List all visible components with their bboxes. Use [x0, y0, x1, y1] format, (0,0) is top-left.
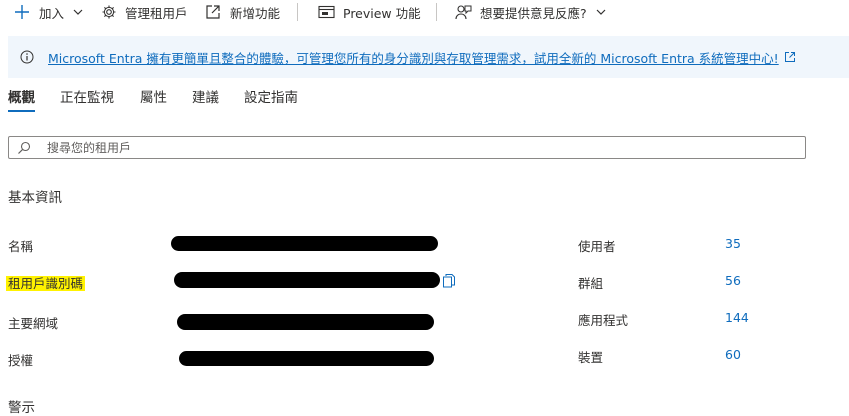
external-link-icon	[206, 5, 220, 19]
tenant-search-box[interactable]	[8, 136, 806, 159]
alerts-heading: 警示	[8, 400, 35, 416]
property-label-name: 名稱	[8, 239, 34, 254]
search-input[interactable]	[47, 140, 747, 155]
new-feature-button[interactable]: 新增功能	[205, 0, 280, 24]
manage-tenants-button[interactable]: 管理租用戶	[101, 0, 188, 24]
search-icon	[18, 141, 31, 154]
tab-recommendations[interactable]: 建議	[192, 86, 219, 106]
devices-label: 裝置	[578, 350, 604, 365]
preview-icon	[318, 5, 335, 19]
property-label-tenant-id: 租用戶識別碼	[6, 273, 86, 292]
property-label-primary-domain: 主要網域	[8, 316, 59, 331]
plus-icon	[15, 5, 29, 19]
command-bar: 加入 管理租用戶 新增功能 Preview 功能 想要提供意見反應?	[0, 0, 849, 24]
redacted-name-value	[171, 236, 438, 251]
groups-label: 群組	[578, 276, 604, 291]
redacted-primary-domain-value	[177, 314, 434, 330]
info-banner: Microsoft Entra 擁有更簡單且整合的體驗，可管理您所有的身分識別與…	[8, 36, 849, 78]
chevron-down-icon	[73, 9, 83, 15]
tab-setup-guides[interactable]: 設定指南	[244, 86, 298, 106]
redacted-license-value	[179, 351, 434, 366]
redacted-tenant-id-value	[174, 272, 440, 288]
basic-info-heading: 基本資訊	[8, 190, 62, 206]
feedback-button[interactable]: 想要提供意見反應?	[455, 0, 607, 24]
tab-monitoring[interactable]: 正在監視	[60, 86, 114, 106]
feedback-person-icon	[455, 5, 472, 20]
groups-count-link[interactable]: 56	[725, 273, 741, 288]
add-label: 加入	[39, 5, 65, 21]
add-button[interactable]: 加入	[14, 0, 84, 24]
tab-properties[interactable]: 屬性	[140, 86, 167, 106]
toolbar-divider	[297, 3, 298, 21]
devices-count-link[interactable]: 60	[725, 347, 741, 362]
users-label: 使用者	[578, 239, 616, 254]
users-count-link[interactable]: 35	[725, 236, 741, 251]
applications-count-link[interactable]: 144	[725, 310, 749, 325]
active-tab-indicator	[8, 110, 35, 112]
manage-tenants-label: 管理租用戶	[125, 5, 188, 21]
applications-label: 應用程式	[578, 313, 629, 328]
entra-admin-center-link[interactable]: Microsoft Entra 擁有更簡單且整合的體驗，可管理您所有的身分識別與…	[48, 48, 779, 67]
property-label-license: 授權	[8, 353, 34, 368]
new-feature-label: 新增功能	[230, 5, 281, 21]
toolbar-divider	[436, 3, 437, 21]
tenant-id-highlight: 租用戶識別碼	[6, 276, 86, 291]
copy-icon[interactable]	[442, 273, 456, 288]
feedback-label: 想要提供意見反應?	[480, 5, 587, 21]
tab-overview[interactable]: 概觀	[8, 86, 35, 106]
gear-icon	[102, 5, 116, 19]
preview-features-label: Preview 功能	[343, 5, 421, 21]
preview-features-button[interactable]: Preview 功能	[318, 0, 421, 24]
info-icon	[20, 50, 34, 64]
chevron-down-icon	[596, 9, 606, 15]
external-link-icon[interactable]	[784, 51, 796, 63]
